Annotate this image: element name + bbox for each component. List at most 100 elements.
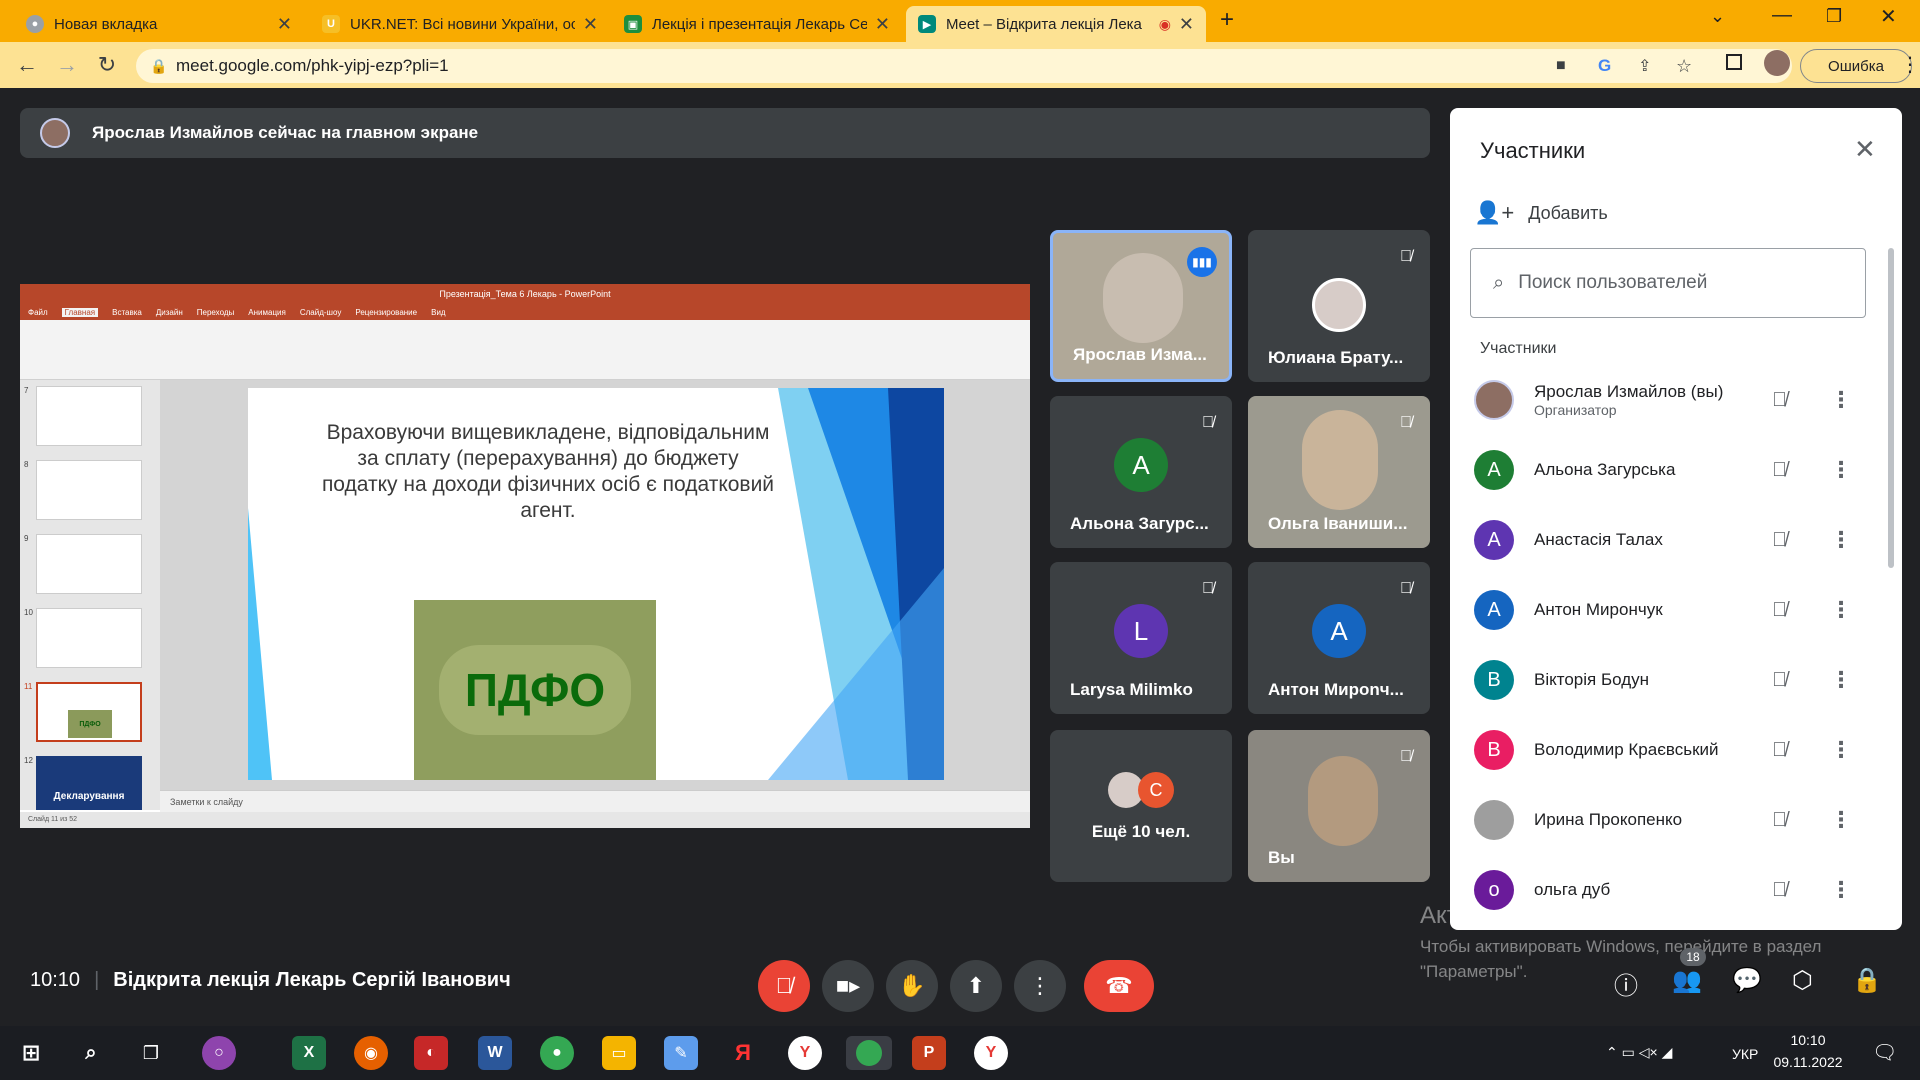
address-bar[interactable]: 🔒 meet.google.com/phk-yipj-ezp?pli=1 ■ G… [136,49,1792,83]
more-participants-tile[interactable]: C Ещё 10 чел. [1050,730,1232,882]
participant-row[interactable]: B Володимир Краєвський 🎙̸ ⋮ [1474,720,1894,780]
new-tab-button[interactable]: + [1220,6,1234,34]
ribbon-tab[interactable]: Переходы [197,308,235,317]
present-button[interactable]: ⬆ [950,960,1002,1012]
error-button[interactable]: Ошибка [1800,49,1912,83]
excel-icon[interactable]: X [292,1036,326,1070]
participant-tile[interactable]: L 🎙̸ Larysa Milimko [1050,562,1232,714]
notes-pane[interactable]: Заметки к слайду [160,790,1030,812]
ribbon-tab[interactable]: Анимация [248,308,286,317]
participant-tile[interactable]: A 🎙̸ Антон Мирonч... [1248,562,1430,714]
tab-search-icon[interactable]: ⌄ [1710,6,1725,27]
search-icon[interactable]: ⌕ [74,1036,108,1070]
participant-tile[interactable]: 🎙̸ Юлиана Брату... [1248,230,1430,382]
self-view-tile[interactable]: 🎙̸ Вы [1248,730,1430,882]
tab-ukrnet[interactable]: U UKR.NET: Всі новини України, ос ✕ [310,6,610,42]
close-icon[interactable]: ✕ [1179,14,1194,35]
participant-row[interactable]: Ирина Прокопенко 🎙̸ ⋮ [1474,790,1894,850]
participant-row[interactable]: A Альона Загурська 🎙̸ ⋮ [1474,440,1894,500]
more-options-button[interactable]: ⋮ [1014,960,1066,1012]
close-icon[interactable]: ✕ [875,14,890,35]
language-indicator[interactable]: УКР [1732,1046,1758,1062]
activities-icon[interactable]: ⬡ [1792,966,1813,995]
people-icon[interactable]: 👥 [1672,966,1702,995]
notifications-icon[interactable]: 🗨 [1872,1040,1897,1065]
camera-toggle-button[interactable]: ■▸ [822,960,874,1012]
yandex-browser-icon[interactable]: Y [788,1036,822,1070]
more-options-icon[interactable]: ⋮ [1830,807,1852,833]
participant-row[interactable]: A Анастасія Талах 🎙̸ ⋮ [1474,510,1894,570]
more-options-icon[interactable]: ⋮ [1830,457,1852,483]
share-icon[interactable]: ⇪ [1638,56,1651,76]
ribbon-tab[interactable]: Файл [28,308,48,317]
task-view-icon[interactable]: ❐ [134,1036,168,1070]
mic-off-icon[interactable]: 🎙̸ [1772,739,1787,762]
chat-icon[interactable]: 💬 [1732,966,1762,995]
slide-thumb[interactable] [36,386,142,446]
system-tray[interactable]: ⌃ ▭ ◁× ◢ [1606,1044,1672,1061]
meeting-details-icon[interactable]: ⓘ [1614,966,1638,1001]
participant-row[interactable]: A Антон Мирончук 🎙̸ ⋮ [1474,580,1894,640]
file-explorer-icon[interactable]: ▭ [602,1036,636,1070]
more-options-icon[interactable]: ⋮ [1830,597,1852,623]
mic-off-icon[interactable]: 🎙̸ [1772,529,1787,552]
chrome-icon[interactable]: ● [540,1036,574,1070]
profile-avatar[interactable] [1764,50,1790,76]
ribbon-tab[interactable]: Вставка [112,308,142,317]
more-options-icon[interactable]: ⋮ [1830,527,1852,553]
participant-row[interactable]: B Вікторія Бодун 🎙̸ ⋮ [1474,650,1894,710]
minimize-button[interactable]: — [1772,4,1792,27]
close-icon[interactable]: ✕ [277,14,292,35]
tab-new-tab[interactable]: ● Новая вкладка ✕ [14,6,304,42]
slide-thumb-selected[interactable]: ПДФО [36,682,142,742]
camera-icon[interactable]: ■ [1556,57,1566,75]
mic-toggle-button[interactable]: 🎙̸ [758,960,810,1012]
firefox-icon[interactable]: ◉ [354,1036,388,1070]
ribbon-tab[interactable]: Главная [61,307,99,317]
yandex-icon[interactable]: Я [726,1036,760,1070]
mic-off-icon[interactable]: 🎙̸ [1772,669,1787,692]
close-window-button[interactable]: ✕ [1880,4,1897,29]
slide-thumb[interactable] [36,460,142,520]
add-people-button[interactable]: 👤+ Добавить [1474,200,1608,226]
bookmark-star-icon[interactable]: ☆ [1676,56,1692,77]
word-icon[interactable]: W [478,1036,512,1070]
clock[interactable]: 10:10 09.11.2022 [1768,1032,1848,1070]
more-options-icon[interactable]: ⋮ [1830,667,1852,693]
powerpoint-icon[interactable]: P [912,1036,946,1070]
app-icon[interactable]: ◐ [414,1036,448,1070]
mic-off-icon[interactable]: 🎙̸ [1772,389,1787,412]
windows-start-icon[interactable]: ⊞ [14,1036,48,1070]
paint-icon[interactable]: ✎ [664,1036,698,1070]
participant-tile-speaker[interactable]: ▮▮▮ Ярослав Изма... [1050,230,1232,382]
participant-tile[interactable]: A 🎙̸ Альона Загурс... [1050,396,1232,548]
mic-off-icon[interactable]: 🎙̸ [1772,809,1787,832]
yandex-browser-icon[interactable]: Y [974,1036,1008,1070]
forward-icon[interactable]: → [52,52,82,78]
leave-call-button[interactable]: ☎ [1084,960,1154,1012]
chrome-active-icon[interactable] [846,1036,892,1070]
ribbon-tab[interactable]: Слайд-шоу [300,308,341,317]
ribbon-tab[interactable]: Вид [431,308,445,317]
close-icon[interactable]: ✕ [583,14,598,35]
participant-row[interactable]: Ярослав Измайлов (вы) Организатор 🎙̸ ⋮ [1474,370,1894,430]
participant-tile[interactable]: 🎙̸ Ольга Іваниши... [1248,396,1430,548]
more-options-icon[interactable]: ⋮ [1830,877,1852,903]
maximize-button[interactable]: ❐ [1826,6,1842,27]
mic-off-icon[interactable]: 🎙̸ [1772,459,1787,482]
mic-off-icon[interactable]: 🎙̸ [1772,879,1787,902]
tab-meet[interactable]: ▶ Meet – Відкрита лекція Лека ◉ ✕ [906,6,1206,42]
menu-dots-icon[interactable]: ⋮ [1900,52,1920,77]
more-options-icon[interactable]: ⋮ [1830,737,1852,763]
side-panel-icon[interactable] [1726,54,1742,70]
tab-classroom[interactable]: ▣ Лекція і презентація Лекарь Сер ✕ [612,6,902,42]
ribbon-tab[interactable]: Дизайн [156,308,183,317]
back-icon[interactable]: ← [12,52,42,78]
host-controls-icon[interactable]: 🔒 [1852,966,1882,995]
slide-thumb[interactable] [36,534,142,594]
alice-icon[interactable]: ○ [202,1036,236,1070]
reload-icon[interactable]: ↻ [92,52,122,78]
mic-off-icon[interactable]: 🎙̸ [1772,599,1787,622]
slide-thumb[interactable] [36,608,142,668]
more-options-icon[interactable]: ⋮ [1830,387,1852,413]
